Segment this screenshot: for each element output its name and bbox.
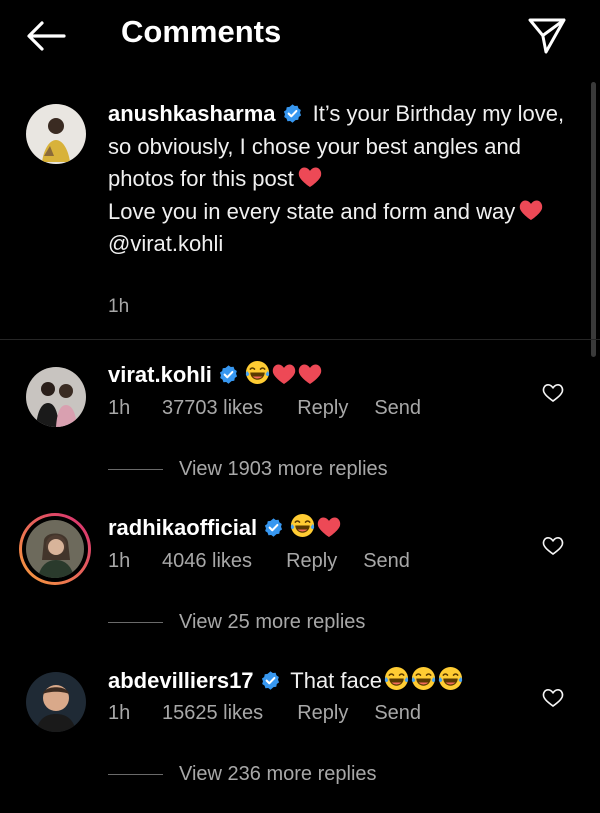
heart-outline-icon[interactable] bbox=[542, 688, 564, 708]
divider bbox=[108, 469, 163, 471]
verified-badge-icon bbox=[263, 517, 284, 538]
send-button[interactable]: Send bbox=[374, 702, 421, 725]
red-heart-emoji-icon bbox=[519, 199, 543, 221]
red-heart-emoji-icon bbox=[298, 363, 322, 385]
caption-text-2: Love you in every state and form and way bbox=[108, 198, 516, 224]
verified-badge-icon bbox=[282, 103, 303, 124]
view-replies-button[interactable]: View 25 more replies bbox=[108, 611, 365, 634]
comment-text: abdevilliers17 That face bbox=[108, 666, 463, 694]
laughing-emoji-icon bbox=[438, 666, 463, 691]
laughing-emoji-icon bbox=[411, 666, 436, 691]
likes-count[interactable]: 4046 likes bbox=[162, 550, 252, 573]
red-heart-emoji-icon bbox=[317, 516, 341, 538]
heart-outline-icon[interactable] bbox=[542, 383, 564, 403]
scrollbar[interactable] bbox=[591, 82, 596, 357]
mention-link[interactable]: @virat.kohli bbox=[108, 231, 223, 256]
avatar[interactable] bbox=[26, 672, 86, 732]
laughing-emoji-icon bbox=[290, 513, 315, 538]
laughing-emoji-icon bbox=[245, 360, 270, 385]
verified-badge-icon bbox=[218, 364, 239, 385]
heart-outline-icon[interactable] bbox=[542, 536, 564, 556]
comment-meta: 1h 15625 likes Reply Send bbox=[108, 702, 421, 725]
view-replies-label: View 1903 more replies bbox=[179, 458, 388, 480]
story-ring[interactable] bbox=[19, 513, 91, 585]
comment-username[interactable]: virat.kohli bbox=[108, 362, 212, 387]
caption: anushkasharma It’s your Birthday my love… bbox=[108, 98, 568, 261]
page-title: Comments bbox=[121, 14, 282, 49]
comment-text: virat.kohli bbox=[108, 360, 322, 388]
red-heart-emoji-icon bbox=[272, 363, 296, 385]
divider bbox=[108, 774, 163, 776]
laughing-emoji-icon bbox=[384, 666, 409, 691]
avatar[interactable] bbox=[26, 367, 86, 427]
comment-username[interactable]: abdevilliers17 bbox=[108, 668, 254, 693]
comment-username[interactable]: radhikaofficial bbox=[108, 515, 257, 540]
reply-button[interactable]: Reply bbox=[297, 397, 348, 420]
avatar[interactable] bbox=[26, 104, 86, 164]
avatar[interactable] bbox=[26, 520, 84, 578]
comment-timestamp: 1h bbox=[108, 550, 131, 572]
paper-plane-icon[interactable] bbox=[526, 14, 568, 56]
send-button[interactable]: Send bbox=[374, 397, 421, 420]
view-replies-button[interactable]: View 1903 more replies bbox=[108, 458, 388, 481]
comment-text: radhikaofficial bbox=[108, 513, 341, 541]
divider bbox=[108, 622, 163, 624]
view-replies-label: View 236 more replies bbox=[179, 763, 377, 785]
comment-body: That face bbox=[290, 668, 382, 693]
comment-meta: 1h 37703 likes Reply Send bbox=[108, 397, 421, 420]
caption-timestamp: 1h bbox=[108, 296, 130, 317]
comment-timestamp: 1h bbox=[108, 397, 131, 419]
divider bbox=[0, 339, 600, 340]
view-replies-label: View 25 more replies bbox=[179, 611, 366, 633]
comments-header: Comments bbox=[0, 0, 600, 72]
caption-username[interactable]: anushkasharma bbox=[108, 101, 276, 126]
red-heart-emoji-icon bbox=[298, 166, 322, 188]
reply-button[interactable]: Reply bbox=[286, 550, 337, 573]
reply-button[interactable]: Reply bbox=[297, 702, 348, 725]
comment-meta: 1h 4046 likes Reply Send bbox=[108, 550, 410, 573]
send-button[interactable]: Send bbox=[363, 550, 410, 573]
verified-badge-icon bbox=[260, 670, 281, 691]
comment-timestamp: 1h bbox=[108, 702, 131, 724]
view-replies-button[interactable]: View 236 more replies bbox=[108, 763, 377, 786]
arrow-left-icon[interactable] bbox=[24, 16, 68, 56]
likes-count[interactable]: 15625 likes bbox=[162, 702, 263, 725]
likes-count[interactable]: 37703 likes bbox=[162, 397, 263, 420]
